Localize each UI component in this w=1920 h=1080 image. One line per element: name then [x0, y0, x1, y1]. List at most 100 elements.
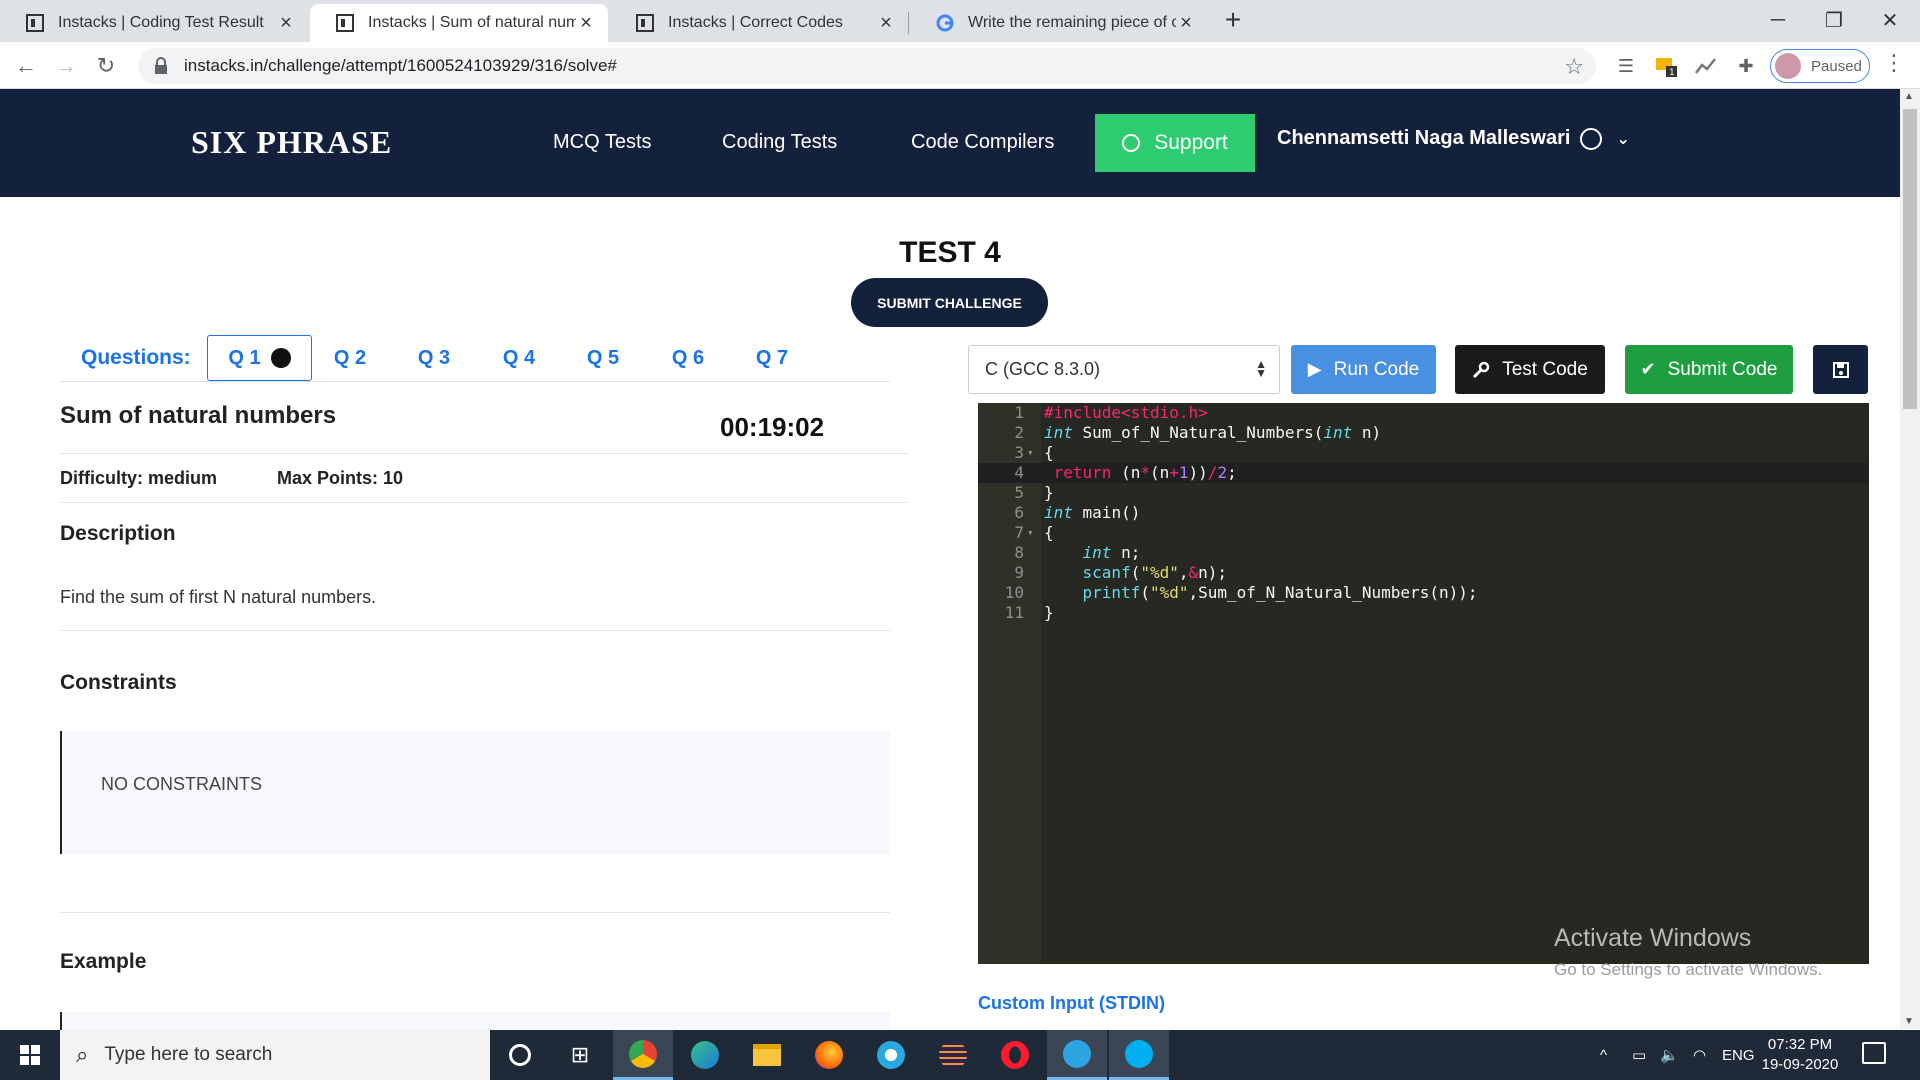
telegram-taskbar-icon[interactable]: [1047, 1030, 1107, 1080]
back-arrow-icon[interactable]: ←: [8, 48, 44, 84]
taskbar-search-placeholder: Type here to search: [104, 1044, 273, 1065]
code-editor[interactable]: 1 #include<stdio.h> 2 int Sum_of_N_Natur…: [978, 403, 1869, 964]
question-tab-7[interactable]: Q 7: [747, 335, 797, 381]
task-view-icon[interactable]: ⊞: [550, 1030, 610, 1080]
browser-menu-icon[interactable]: ⋮: [1880, 50, 1908, 82]
windows-start-button[interactable]: [0, 1030, 60, 1080]
taskbar-clock[interactable]: 07:32 PM 19-09-2020: [1760, 1035, 1840, 1075]
page-scrollbar[interactable]: ▲ ▼: [1900, 89, 1920, 1029]
question-tab-5[interactable]: Q 5: [578, 335, 628, 381]
internet-explorer-icon[interactable]: [861, 1030, 921, 1080]
scrollbar-thumb[interactable]: [1903, 109, 1917, 409]
problem-title: Sum of natural numbers: [60, 402, 337, 429]
code-line: 6 int main(): [978, 503, 1869, 523]
support-label: Support: [1154, 131, 1228, 154]
language-select[interactable]: C (GCC 8.3.0) ▲ ▼: [968, 345, 1280, 394]
close-window-button[interactable]: ✕: [1862, 0, 1918, 40]
opera-taskbar-icon[interactable]: [985, 1030, 1045, 1080]
browser-tab-correct-codes[interactable]: Instacks | Correct Codes ×: [610, 4, 908, 42]
line-number: 8: [1014, 543, 1024, 562]
profile-button[interactable]: Paused: [1770, 49, 1870, 83]
submit-code-button[interactable]: ✔ Submit Code: [1625, 345, 1793, 394]
question-tab-4[interactable]: Q 4: [494, 335, 544, 381]
code-text: int main(): [1044, 503, 1141, 522]
code-text: int Sum_of_N_Natural_Numbers(int n): [1044, 423, 1382, 442]
test-code-button[interactable]: Test Code: [1455, 345, 1605, 394]
code-text: }: [1044, 483, 1054, 502]
firefox-taskbar-icon[interactable]: [799, 1030, 859, 1080]
question-tab-3[interactable]: Q 3: [409, 335, 459, 381]
extension-badge-icon[interactable]: 1: [1650, 50, 1682, 82]
eclipse-taskbar-icon[interactable]: [923, 1030, 983, 1080]
close-tab-icon[interactable]: ×: [1176, 12, 1196, 35]
skype-taskbar-icon[interactable]: [1109, 1030, 1169, 1080]
submit-challenge-button[interactable]: SUBMIT CHALLENGE: [851, 278, 1048, 327]
tab-divider: [908, 12, 909, 34]
restore-window-button[interactable]: ❐: [1806, 0, 1862, 40]
wrench-icon: [1473, 361, 1490, 378]
question-tab-1[interactable]: Q 1: [207, 335, 312, 381]
chart-extension-icon[interactable]: [1690, 50, 1722, 82]
scroll-up-icon[interactable]: ▲: [1904, 91, 1914, 102]
line-number: 11: [1004, 603, 1024, 622]
fold-arrow-icon[interactable]: ▾: [1027, 443, 1034, 463]
minimize-window-button[interactable]: ─: [1750, 0, 1806, 40]
browser-tab-coding-test-result[interactable]: Instacks | Coding Test Result ×: [0, 4, 308, 42]
user-menu[interactable]: Chennamsetti Naga Malleswari ⌄: [1277, 127, 1630, 150]
lock-icon: [155, 57, 167, 74]
fold-arrow-icon[interactable]: ▾: [1027, 523, 1034, 543]
user-name-label: Chennamsetti Naga Malleswari: [1277, 127, 1571, 149]
show-hidden-icons[interactable]: ^: [1600, 1030, 1607, 1080]
code-line: 2 int Sum_of_N_Natural_Numbers(int n): [978, 423, 1869, 443]
support-button[interactable]: Support: [1095, 114, 1255, 172]
questions-label: Questions:: [81, 346, 191, 369]
submit-code-label: Submit Code: [1667, 358, 1778, 380]
difficulty-label: Difficulty: medium: [60, 468, 218, 488]
notification-center-icon[interactable]: [1862, 1042, 1886, 1064]
input-language[interactable]: ENG: [1722, 1030, 1755, 1080]
edge-taskbar-icon[interactable]: [675, 1030, 735, 1080]
scroll-down-icon[interactable]: ▼: [1904, 1016, 1914, 1027]
question-tab-6[interactable]: Q 6: [663, 335, 713, 381]
activate-windows-watermark: Activate Windows: [1554, 924, 1752, 952]
battery-icon[interactable]: ▭: [1632, 1030, 1646, 1080]
close-tab-icon[interactable]: ×: [876, 12, 896, 35]
wifi-icon[interactable]: ◠: [1693, 1030, 1706, 1080]
code-line: 1 #include<stdio.h>: [978, 403, 1869, 423]
browser-tab-sum-of-natural-numbers[interactable]: Instacks | Sum of natural number ×: [310, 4, 608, 42]
chrome-taskbar-icon[interactable]: [613, 1030, 673, 1080]
tabs-divider: [60, 381, 890, 382]
address-bar[interactable]: instacks.in/challenge/attempt/1600524103…: [138, 48, 1596, 84]
extensions-puzzle-icon[interactable]: ✚: [1730, 50, 1762, 82]
tab-title: Instacks | Correct Codes: [668, 14, 843, 31]
browser-tab-google-search[interactable]: Write the remaining piece of cod ×: [910, 4, 1208, 42]
site-logo[interactable]: SIX PHRASE: [191, 124, 392, 161]
forward-arrow-icon[interactable]: →: [48, 48, 84, 84]
activate-windows-subtext: Go to Settings to activate Windows.: [1554, 960, 1823, 979]
whatsapp-icon: [1122, 134, 1141, 152]
reading-list-icon[interactable]: ☰: [1610, 50, 1642, 82]
custom-input-label[interactable]: Custom Input (STDIN): [978, 993, 1165, 1014]
volume-icon[interactable]: 🔈: [1660, 1030, 1679, 1080]
close-tab-icon[interactable]: ×: [276, 12, 296, 35]
new-tab-button[interactable]: +: [1218, 6, 1248, 36]
taskbar-search-box[interactable]: ⌕ Type here to search: [60, 1030, 490, 1080]
site-header: SIX PHRASE MCQ Tests Coding Tests Code C…: [0, 89, 1900, 197]
reload-icon[interactable]: ↻: [88, 48, 124, 84]
nav-code-compilers[interactable]: Code Compilers: [911, 131, 1054, 154]
question-tab-2[interactable]: Q 2: [325, 335, 375, 381]
page-favicon-icon: [336, 14, 354, 32]
close-tab-icon[interactable]: ×: [576, 12, 596, 35]
code-line: 7 ▾ {: [978, 523, 1869, 543]
run-code-button[interactable]: ▶ Run Code: [1291, 345, 1436, 394]
divider: [60, 502, 908, 503]
tab-title: Write the remaining piece of cod: [968, 14, 1176, 31]
bookmark-star-icon[interactable]: ☆: [1564, 54, 1584, 80]
cortana-icon[interactable]: [490, 1030, 550, 1080]
chevron-down-icon: ⌄: [1616, 130, 1630, 148]
file-explorer-icon[interactable]: [737, 1030, 797, 1080]
save-code-button[interactable]: [1813, 345, 1868, 394]
question-tab-label: Q 1: [228, 346, 261, 369]
nav-coding-tests[interactable]: Coding Tests: [722, 131, 837, 154]
nav-mcq-tests[interactable]: MCQ Tests: [553, 131, 652, 154]
